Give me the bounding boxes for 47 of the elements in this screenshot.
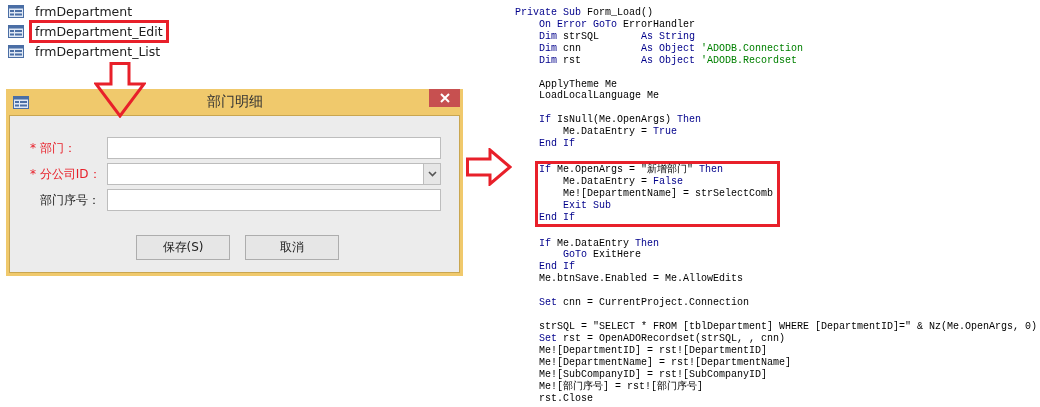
code-line: Dim strSQL As String — [538, 30, 696, 42]
code-line: Set rst = OpenADORecordset(strSQL, , cnn) — [538, 332, 786, 344]
code-line: Me![部门序号] = rst![部门序号] — [538, 380, 704, 392]
code-line: strSQL = "SELECT * FROM [tblDepartment] WHERE [DepartmentID]=" & Nz(Me.OpenArgs, 0) — [538, 320, 1038, 332]
code-line: End If — [538, 211, 575, 223]
code-line: Me.DataEntry = True — [562, 126, 678, 138]
code-line: End If — [538, 261, 575, 273]
dialog-button[interactable]: 保存(S) — [136, 235, 230, 260]
close-button[interactable] — [429, 89, 460, 107]
close-icon — [439, 93, 450, 103]
right-arrow-icon — [466, 148, 512, 186]
code-line: Exit Sub — [562, 199, 611, 211]
code-line: End If — [538, 138, 575, 150]
form-icon — [8, 24, 24, 38]
code-line: Me![DepartmentName] = rst![DepartmentName] — [538, 356, 792, 368]
form-list-item[interactable]: frmDepartment_Edit — [29, 19, 169, 43]
code-line: Me.btnSave.Enabled = Me.AllowEdits — [538, 273, 744, 285]
code-line: Me![SubCompanyID] = rst![SubCompanyID] — [538, 368, 768, 380]
input-field[interactable] — [107, 189, 441, 211]
code-line: Set cnn = CurrentProject.Connection — [538, 297, 750, 309]
code-line: Private Sub Form_Load() — [515, 7, 654, 18]
form-icon — [8, 4, 24, 18]
dialog-button[interactable]: 取消 — [245, 235, 339, 260]
code-line: Me![DepartmentName] = strSelectComb — [562, 187, 774, 199]
code-line: Dim rst As Object 'ADODB.Recordset — [538, 54, 798, 66]
code-line: Me.DataEntry = False — [562, 175, 684, 187]
code-line: rst.Close — [538, 392, 593, 404]
field-label: * 分公司ID： — [29, 165, 102, 183]
code-line: If IsNull(Me.OpenArgs) Then — [538, 114, 702, 126]
dropdown-button[interactable] — [423, 164, 440, 184]
code-line: LoadLocalLanguage Me — [538, 90, 660, 102]
field-label: 部门序号： — [39, 191, 101, 209]
code-line: On Error GoTo ErrorHandler — [538, 18, 696, 30]
code-line: ApplyTheme Me — [538, 78, 618, 90]
code-line: Dim cnn As Object 'ADODB.Connection — [538, 42, 804, 54]
field-label: * 部门： — [29, 139, 77, 157]
window-title: 部门明细 — [205, 93, 264, 111]
code-line: If Me.OpenArgs = "新增部门" Then — [538, 164, 724, 175]
chevron-down-icon — [427, 171, 437, 177]
form-icon — [13, 95, 29, 109]
code-line: GoTo ExitHere — [562, 249, 642, 261]
code-line: If Me.DataEntry Then — [538, 237, 660, 249]
combo-box[interactable] — [107, 163, 441, 185]
down-arrow-icon — [94, 62, 146, 118]
code-line: Me![DepartmentID] = rst![DepartmentID] — [538, 344, 768, 356]
input-field[interactable] — [107, 137, 441, 159]
form-icon — [8, 44, 24, 58]
